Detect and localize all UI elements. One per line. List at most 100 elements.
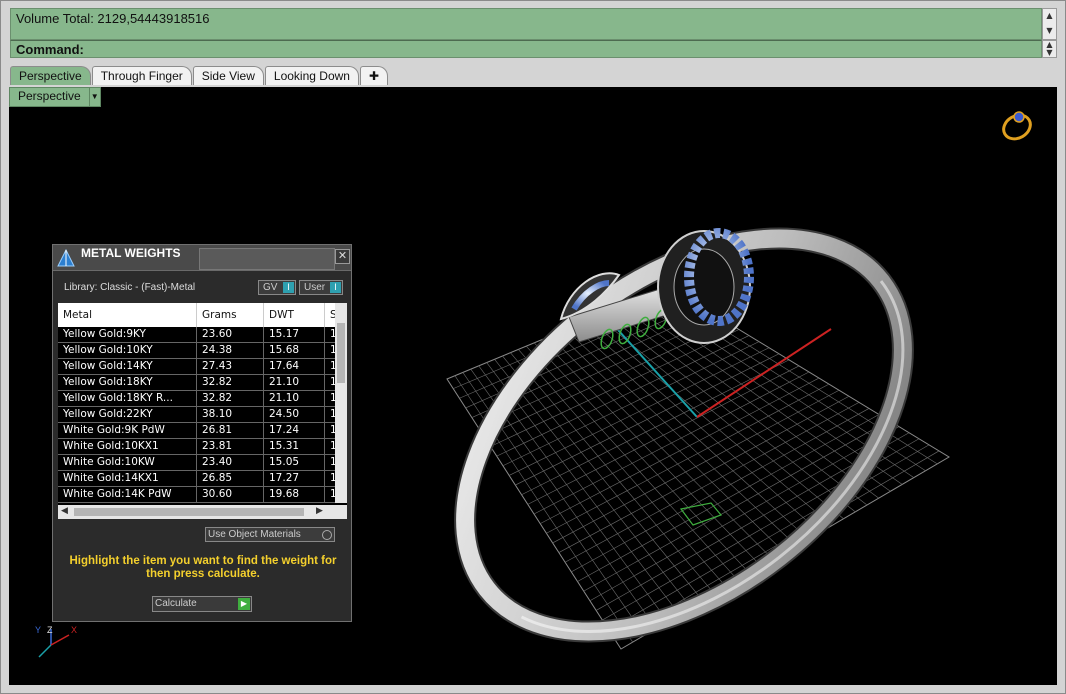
gv-toggle[interactable]: GV I (258, 280, 296, 295)
table-cell: 17.64 (263, 358, 325, 375)
scroll-down-icon[interactable]: ▼ (1043, 24, 1056, 39)
tab-through-finger[interactable]: Through Finger (91, 66, 192, 85)
panel-title-bar (199, 248, 335, 270)
table-row[interactable]: Yellow Gold:22KY38.1024.5017.89 (58, 406, 347, 423)
grid-line (571, 408, 870, 573)
table-cell: Yellow Gold:18KY R... (58, 390, 197, 407)
scroll-left-icon[interactable]: ◀ (61, 506, 68, 516)
grid-line (621, 306, 879, 499)
tab-looking-down[interactable]: Looking Down (264, 66, 359, 85)
table-cell: 38.10 (196, 406, 264, 423)
user-toggle[interactable]: User I (299, 280, 343, 295)
table-cell: 23.40 (196, 454, 264, 471)
command-history-scrollbar[interactable]: ▲ ▼ (1042, 8, 1057, 40)
axis-x-label: X (71, 625, 77, 635)
panel-titlebar[interactable]: METAL WEIGHTS ✕ (53, 245, 351, 271)
table-horizontal-scrollbar[interactable]: ◀ ▶ (58, 505, 347, 519)
toggle-switch-icon: I (330, 282, 341, 293)
table-row[interactable]: Yellow Gold:10KY24.3815.6811.43 (58, 342, 347, 359)
table-cell: 24.38 (196, 342, 264, 359)
column-header[interactable]: DWT (263, 303, 325, 327)
column-header[interactable]: Metal (58, 303, 197, 327)
table-cell: 15.68 (263, 342, 325, 359)
grid-line (540, 377, 820, 524)
axis-y-label: Y (35, 625, 41, 635)
command-prompt-label: Command: (16, 42, 84, 57)
table-row[interactable]: White Gold:14K PdW30.6019.6814.37 (58, 486, 347, 503)
table-cell: White Gold:10KX1 (58, 438, 197, 455)
table-row[interactable]: Yellow Gold:9KY23.6015.1711.08 (58, 327, 347, 343)
grid-line (552, 389, 840, 544)
scrollbar-thumb[interactable] (337, 323, 345, 383)
library-label: Library: Classic - (Fast)-Metal (64, 282, 196, 293)
table-cell: 32.82 (196, 390, 264, 407)
table-cell: 19.68 (263, 486, 325, 503)
calculate-label: Calculate (155, 598, 197, 609)
command-history-text: Volume Total: 2129,54443918516 (16, 11, 210, 26)
table-cell: 26.81 (196, 422, 264, 439)
command-line-scrollbar[interactable]: ▲ ▼ (1042, 40, 1057, 58)
metal-weights-table[interactable]: MetalGramsDWTSPG Yellow Gold:9KY23.6015.… (58, 303, 347, 503)
use-object-materials-toggle[interactable]: Use Object Materials (205, 527, 335, 542)
command-history: Volume Total: 2129,54443918516 (10, 8, 1042, 40)
table-cell: White Gold:14KX1 (58, 470, 197, 487)
tab-perspective[interactable]: Perspective (10, 66, 91, 85)
table-cell: 15.05 (263, 454, 325, 471)
table-cell: 30.60 (196, 486, 264, 503)
gem-setting[interactable] (657, 228, 754, 344)
table-cell: 23.81 (196, 438, 264, 455)
scroll-down-icon[interactable]: ▼ (1043, 49, 1056, 57)
view-selector[interactable]: Perspective ▼ (9, 87, 101, 107)
grid-line (608, 444, 930, 630)
tab-side-view[interactable]: Side View (192, 66, 264, 85)
use-object-materials-label: Use Object Materials (208, 529, 301, 540)
table-vertical-scrollbar[interactable] (335, 303, 347, 503)
metal-weights-panel: METAL WEIGHTS ✕ Library: Classic - (Fast… (52, 244, 352, 622)
plus-icon: ✚ (368, 69, 379, 83)
chevron-down-icon[interactable]: ▼ (88, 88, 100, 106)
table-cell: 15.17 (263, 327, 325, 343)
table-cell: Yellow Gold:10KY (58, 342, 197, 359)
table-row[interactable]: Yellow Gold:18KY R...32.8221.1015.41 (58, 390, 347, 407)
table-row[interactable]: Yellow Gold:14KY27.4317.6412.88 (58, 358, 347, 375)
table-cell: White Gold:10KW (58, 454, 197, 471)
axis-z-label: Z (47, 625, 53, 635)
table-cell: 15.31 (263, 438, 325, 455)
table-cell: 17.24 (263, 422, 325, 439)
table-cell: 21.10 (263, 374, 325, 391)
table-cell: Yellow Gold:18KY (58, 374, 197, 391)
add-tab-button[interactable]: ✚ (359, 66, 388, 85)
table-cell: 23.60 (196, 327, 264, 343)
calculate-button[interactable]: Calculate ▶ (152, 596, 252, 612)
view-selector-label: Perspective (18, 89, 81, 103)
view-tabs: Perspective Through Finger Side View Loo… (10, 66, 389, 86)
command-line[interactable]: Command: (10, 40, 1042, 58)
scroll-up-icon[interactable]: ▲ (1043, 9, 1056, 24)
radio-icon (322, 530, 332, 540)
toggle-switch-icon: I (283, 282, 294, 293)
table-row[interactable]: White Gold:10KX123.8115.3111.18 (58, 438, 347, 455)
gv-toggle-label: GV (263, 282, 278, 293)
scroll-right-icon[interactable]: ▶ (316, 506, 323, 516)
table-cell: White Gold:9K PdW (58, 422, 197, 439)
grid-line (613, 309, 868, 506)
table-row[interactable]: White Gold:9K PdW26.8117.2412.59 (58, 422, 347, 439)
metal-table[interactable]: MetalGramsDWTSPG Yellow Gold:9KY23.6015.… (58, 303, 347, 519)
ring-view-icon[interactable] (997, 105, 1037, 145)
table-cell: White Gold:14K PdW (58, 486, 197, 503)
panel-title: METAL WEIGHTS (81, 246, 181, 260)
user-toggle-label: User (304, 282, 326, 293)
column-header[interactable]: Grams (196, 303, 264, 327)
table-cell: Yellow Gold:9KY (58, 327, 197, 343)
table-row[interactable]: White Gold:10KW23.4015.0510.99 (58, 454, 347, 471)
table-row[interactable]: Yellow Gold:18KY32.8221.1015.41 (58, 374, 347, 391)
scale-icon (57, 248, 75, 267)
table-row[interactable]: White Gold:14KX126.8517.2712.61 (58, 470, 347, 487)
table-cell: 26.85 (196, 470, 264, 487)
scrollbar-thumb[interactable] (74, 508, 304, 516)
table-cell: 32.82 (196, 374, 264, 391)
table-cell: Yellow Gold:14KY (58, 358, 197, 375)
play-icon: ▶ (238, 598, 250, 610)
close-icon[interactable]: ✕ (335, 249, 350, 264)
instruction-text: Highlight the item you want to find the … (69, 555, 337, 580)
